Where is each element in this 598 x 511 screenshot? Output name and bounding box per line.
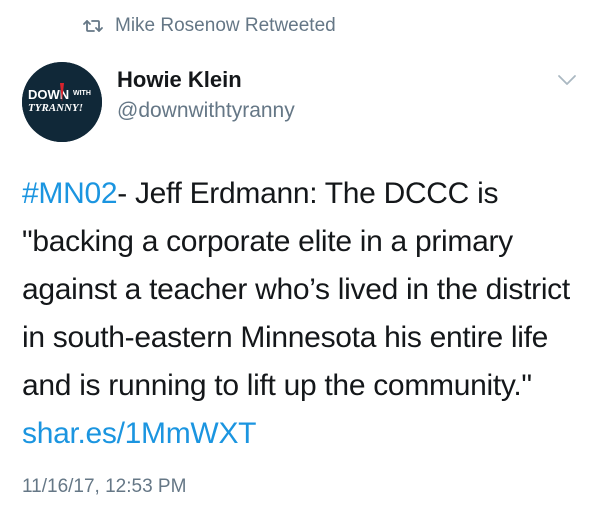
chevron-down-icon[interactable] <box>557 73 577 87</box>
retweet-context[interactable]: Mike Rosenow Retweeted <box>82 12 336 40</box>
author-block[interactable]: Howie Klein @downwithtyranny <box>117 67 295 124</box>
tweet-text: #MN02- Jeff Erdmann: The DCCC is "backin… <box>22 170 582 458</box>
avatar-text-bottom: TYRANNY! <box>28 102 83 114</box>
hashtag-link[interactable]: #MN02 <box>22 177 118 210</box>
avatar-logo: DOWN WITH TYRANNY! <box>22 62 102 142</box>
tweet-body: - Jeff Erdmann: The DCCC is "backing a c… <box>22 177 578 402</box>
avatar[interactable]: DOWN WITH TYRANNY! <box>22 62 102 142</box>
retweet-icon <box>83 20 103 32</box>
author-handle[interactable]: @downwithtyranny <box>117 98 295 124</box>
author-name[interactable]: Howie Klein <box>117 67 295 93</box>
url-link[interactable]: shar.es/1MmWXT <box>22 417 256 450</box>
avatar-text-small: WITH <box>73 90 91 97</box>
timestamp[interactable]: 11/16/17, 12:53 PM <box>22 476 186 498</box>
retweet-text: Mike Rosenow Retweeted <box>115 15 336 36</box>
